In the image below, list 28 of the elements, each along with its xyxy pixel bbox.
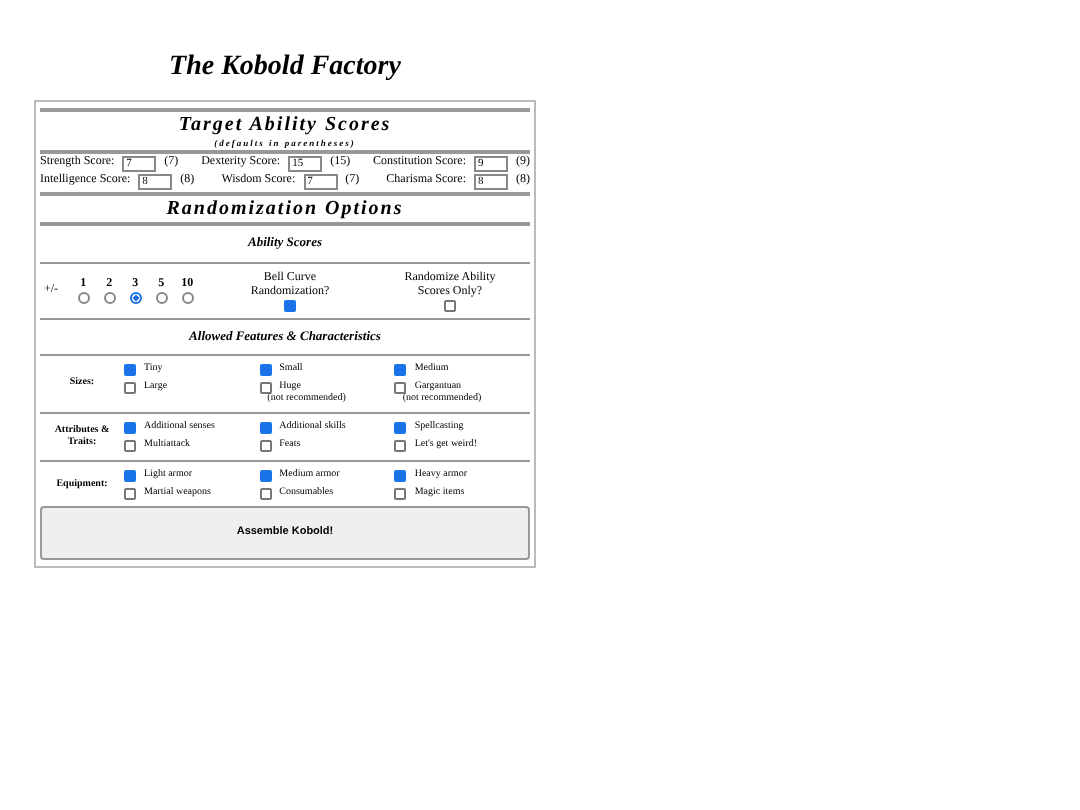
checkbox[interactable]	[259, 440, 272, 453]
checkbox[interactable]	[394, 422, 407, 435]
checkbox[interactable]	[124, 488, 136, 501]
checkbox[interactable]	[394, 440, 407, 453]
checkbox[interactable]	[124, 440, 136, 453]
checkbox[interactable]	[259, 488, 272, 501]
section-heading: Randomization Options	[164, 197, 406, 221]
checkbox[interactable]	[284, 299, 296, 312]
radio-button[interactable]	[155, 292, 168, 305]
checkbox[interactable]	[394, 363, 407, 376]
checkbox[interactable]	[394, 470, 407, 483]
radio-button[interactable]	[77, 292, 90, 305]
checkbox[interactable]	[124, 470, 136, 483]
checkbox[interactable]	[124, 363, 136, 376]
checkbox[interactable]	[259, 470, 272, 483]
checkbox[interactable]	[259, 363, 272, 376]
checkbox[interactable]	[124, 381, 136, 394]
radio-button[interactable]	[181, 292, 194, 305]
checkbox[interactable]	[394, 381, 407, 394]
checkbox[interactable]	[259, 422, 272, 435]
page-title: The Kobold Factory	[167, 52, 403, 85]
checkbox[interactable]	[444, 299, 456, 312]
checkbox[interactable]	[394, 488, 407, 501]
checkbox[interactable]	[124, 422, 136, 435]
checkbox[interactable]	[259, 381, 272, 394]
section-heading: Target Ability Scores	[176, 114, 394, 138]
radio-button[interactable]	[129, 292, 142, 305]
radio-button[interactable]	[103, 292, 116, 305]
